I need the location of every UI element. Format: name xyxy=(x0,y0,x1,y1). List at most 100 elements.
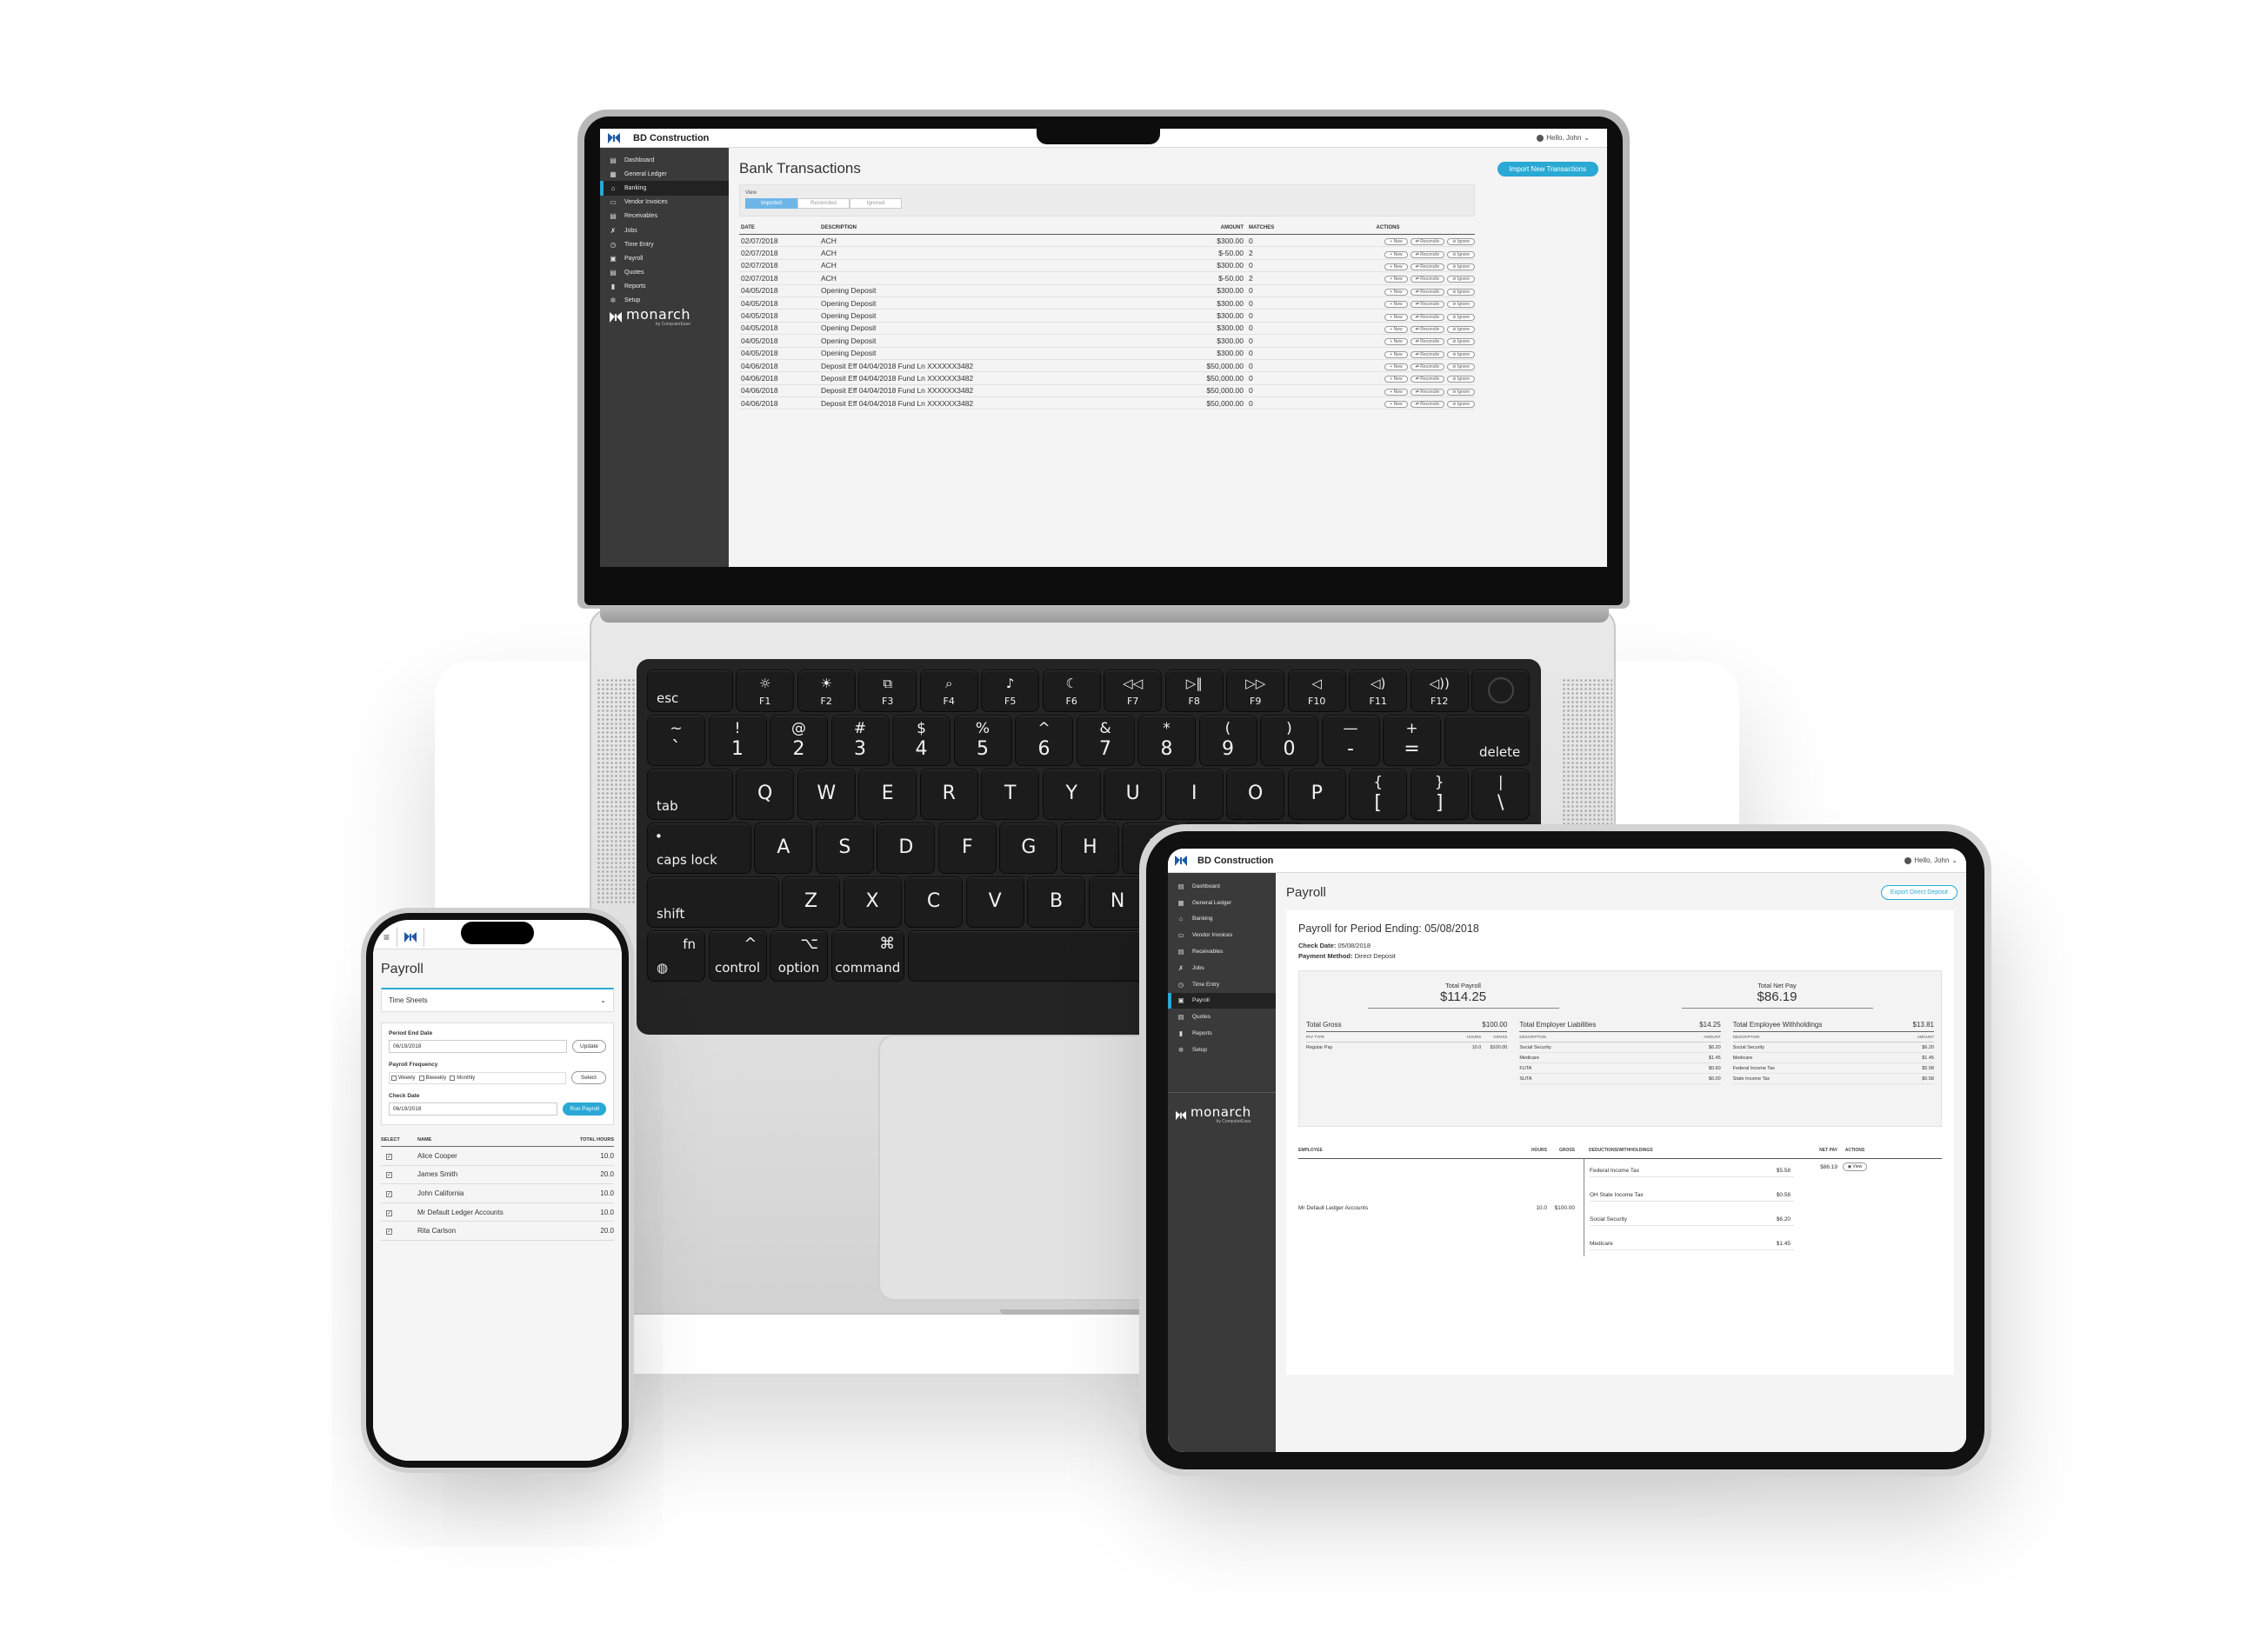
key-w[interactable]: W xyxy=(797,769,856,820)
key-delete[interactable]: delete xyxy=(1444,715,1531,766)
checkbox[interactable] xyxy=(418,1075,424,1081)
new-button[interactable]: + New xyxy=(1384,263,1408,270)
ignore-button[interactable]: ⊘ Ignore xyxy=(1447,350,1475,358)
hamburger-menu-icon[interactable]: ≡ xyxy=(384,931,390,943)
reconcile-button[interactable]: ⇄ Reconcile xyxy=(1410,263,1445,270)
select-checkbox[interactable]: ✓ xyxy=(386,1209,392,1216)
sidebar-item-time-entry[interactable]: ◷ Time Entry xyxy=(600,237,729,251)
reconcile-button[interactable]: ⇄ Reconcile xyxy=(1410,338,1445,346)
ignore-button[interactable]: ⊘ Ignore xyxy=(1447,263,1475,270)
new-button[interactable]: + New xyxy=(1384,363,1408,371)
reconcile-button[interactable]: ⇄ Reconcile xyxy=(1410,238,1445,246)
reconcile-button[interactable]: ⇄ Reconcile xyxy=(1410,363,1445,371)
ignore-button[interactable]: ⊘ Ignore xyxy=(1447,363,1475,371)
key-key[interactable]: ☀ F2 xyxy=(797,669,856,712)
new-button[interactable]: + New xyxy=(1384,325,1408,333)
select-checkbox[interactable]: ✓ xyxy=(386,1153,392,1160)
new-button[interactable]: + New xyxy=(1384,301,1408,309)
key-esc[interactable]: esc xyxy=(647,669,733,712)
key-key[interactable] xyxy=(1471,669,1531,712)
key-key[interactable]: ☾ F6 xyxy=(1042,669,1101,712)
key-t[interactable]: T xyxy=(981,769,1040,820)
sidebar-item-jobs[interactable]: ✗ Jobs xyxy=(600,223,729,237)
key-v[interactable]: V xyxy=(965,876,1024,928)
key-key[interactable]: ◁) F11 xyxy=(1349,669,1408,712)
ignore-button[interactable]: ⊘ Ignore xyxy=(1447,338,1475,346)
ignore-button[interactable]: ⊘ Ignore xyxy=(1447,325,1475,333)
select-checkbox[interactable]: ✓ xyxy=(386,1190,392,1197)
reconcile-button[interactable]: ⇄ Reconcile xyxy=(1410,288,1445,296)
key-key[interactable]: ♪ F5 xyxy=(981,669,1040,712)
key-caps-lock[interactable]: • caps lock xyxy=(647,823,751,874)
reconcile-button[interactable]: ⇄ Reconcile xyxy=(1410,350,1445,358)
key-f[interactable]: F xyxy=(937,823,997,874)
run-payroll-button[interactable]: Run Payroll xyxy=(563,1102,606,1116)
frequency-weekly[interactable]: Weekly xyxy=(391,1075,416,1081)
key-key[interactable]: + = xyxy=(1383,715,1441,766)
reconcile-button[interactable]: ⇄ Reconcile xyxy=(1410,276,1445,283)
key-control[interactable]: ^ control xyxy=(708,930,767,982)
key-5[interactable]: % 5 xyxy=(953,715,1012,766)
frequency-monthly[interactable]: Monthly xyxy=(450,1075,475,1081)
reconcile-button[interactable]: ⇄ Reconcile xyxy=(1410,325,1445,333)
new-button[interactable]: + New xyxy=(1384,276,1408,283)
ignore-button[interactable]: ⊘ Ignore xyxy=(1447,388,1475,396)
ignore-button[interactable]: ⊘ Ignore xyxy=(1447,276,1475,283)
sidebar-item-quotes[interactable]: ▤ Quotes xyxy=(1168,1009,1276,1025)
app-logo[interactable] xyxy=(600,129,628,148)
key-n[interactable]: N xyxy=(1088,876,1147,928)
sidebar-item-banking[interactable]: ⌂ Banking xyxy=(1168,911,1276,928)
key-key[interactable]: ⌕ F4 xyxy=(919,669,978,712)
reconcile-button[interactable]: ⇄ Reconcile xyxy=(1410,388,1445,396)
key-tab[interactable]: tab xyxy=(647,769,733,820)
checkbox[interactable] xyxy=(450,1075,456,1081)
sidebar-item-general-ledger[interactable]: ▦ General Ledger xyxy=(1168,895,1276,911)
key-key[interactable]: ▷‖ F8 xyxy=(1164,669,1224,712)
sidebar-item-reports[interactable]: ▮ Reports xyxy=(1168,1025,1276,1042)
key-key[interactable]: ◁ F10 xyxy=(1287,669,1346,712)
key-g[interactable]: G xyxy=(999,823,1058,874)
export-direct-deposit-button[interactable]: Export Direct Deposit xyxy=(1880,885,1958,900)
new-button[interactable]: + New xyxy=(1384,313,1408,321)
key-h[interactable]: H xyxy=(1060,823,1119,874)
key-fn[interactable]: fn ◍ xyxy=(647,930,705,982)
sidebar-item-receivables[interactable]: ▤ Receivables xyxy=(1168,943,1276,960)
sidebar-item-vendor-invoices[interactable]: ▭ Vendor Invoices xyxy=(1168,927,1276,943)
user-menu[interactable]: Hello, John ⌄ xyxy=(1904,856,1958,864)
view-employee-button[interactable]: ◉ View xyxy=(1842,1162,1868,1171)
key-z[interactable]: Z xyxy=(782,876,841,928)
key-key[interactable]: | \ xyxy=(1471,769,1531,820)
key-key[interactable]: ◁)) F12 xyxy=(1410,669,1469,712)
reconcile-button[interactable]: ⇄ Reconcile xyxy=(1410,250,1445,258)
key-c[interactable]: C xyxy=(904,876,964,928)
sidebar-item-receivables[interactable]: ▤ Receivables xyxy=(600,210,729,223)
key-a[interactable]: A xyxy=(754,823,813,874)
new-button[interactable]: + New xyxy=(1384,401,1408,409)
report-select[interactable]: Time Sheets ⌄ xyxy=(381,988,614,1012)
key-key[interactable]: ▷▷ F9 xyxy=(1226,669,1285,712)
import-transactions-button[interactable]: Import New Transactions xyxy=(1497,161,1598,177)
key-key[interactable]: ☼ F1 xyxy=(736,669,795,712)
key-key[interactable]: ◁◁ F7 xyxy=(1104,669,1163,712)
tab-ignored[interactable]: Ignored xyxy=(850,198,902,209)
key-space[interactable] xyxy=(907,930,1163,982)
reconcile-button[interactable]: ⇄ Reconcile xyxy=(1410,301,1445,309)
new-button[interactable]: + New xyxy=(1384,350,1408,358)
select-checkbox[interactable]: ✓ xyxy=(386,1229,392,1236)
key-7[interactable]: & 7 xyxy=(1076,715,1135,766)
tab-reconciled[interactable]: Reconciled xyxy=(797,198,850,209)
ignore-button[interactable]: ⊘ Ignore xyxy=(1447,401,1475,409)
sidebar-item-payroll[interactable]: ▣ Payroll xyxy=(600,251,729,265)
key-1[interactable]: ! 1 xyxy=(708,715,767,766)
key-x[interactable]: X xyxy=(843,876,902,928)
key-0[interactable]: ) 0 xyxy=(1260,715,1318,766)
new-button[interactable]: + New xyxy=(1384,238,1408,246)
key-key[interactable]: — - xyxy=(1321,715,1380,766)
reconcile-button[interactable]: ⇄ Reconcile xyxy=(1410,313,1445,321)
app-logo[interactable] xyxy=(1168,849,1194,873)
key-r[interactable]: R xyxy=(919,769,978,820)
app-logo[interactable] xyxy=(397,926,424,949)
ignore-button[interactable]: ⊘ Ignore xyxy=(1447,288,1475,296)
sidebar-item-banking[interactable]: ⌂ Banking xyxy=(600,181,729,196)
key-o[interactable]: O xyxy=(1226,769,1285,820)
